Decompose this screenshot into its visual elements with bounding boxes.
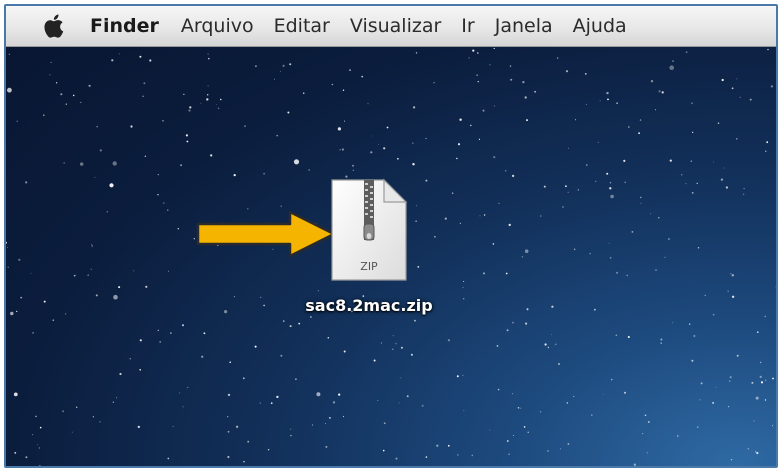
screenshot-frame: Finder Arquivo Editar Visualizar Ir Jane…	[4, 4, 778, 468]
zip-archive-icon[interactable]: ZIP	[328, 178, 410, 284]
menu-visualizar[interactable]: Visualizar	[350, 15, 441, 37]
menu-arquivo[interactable]: Arquivo	[181, 15, 254, 37]
menu-editar[interactable]: Editar	[274, 15, 330, 37]
zip-badge: ZIP	[360, 260, 378, 273]
apple-logo-icon[interactable]	[42, 13, 64, 39]
menu-finder[interactable]: Finder	[90, 15, 159, 37]
menu-janela[interactable]: Janela	[495, 15, 553, 37]
menu-bar: Finder Arquivo Editar Visualizar Ir Jane…	[6, 6, 776, 47]
menu-ajuda[interactable]: Ajuda	[573, 15, 627, 37]
menu-ir[interactable]: Ir	[461, 15, 474, 37]
yellow-arrow-right-icon	[196, 210, 336, 258]
file-name-label[interactable]: sac8.2mac.zip	[276, 296, 462, 315]
